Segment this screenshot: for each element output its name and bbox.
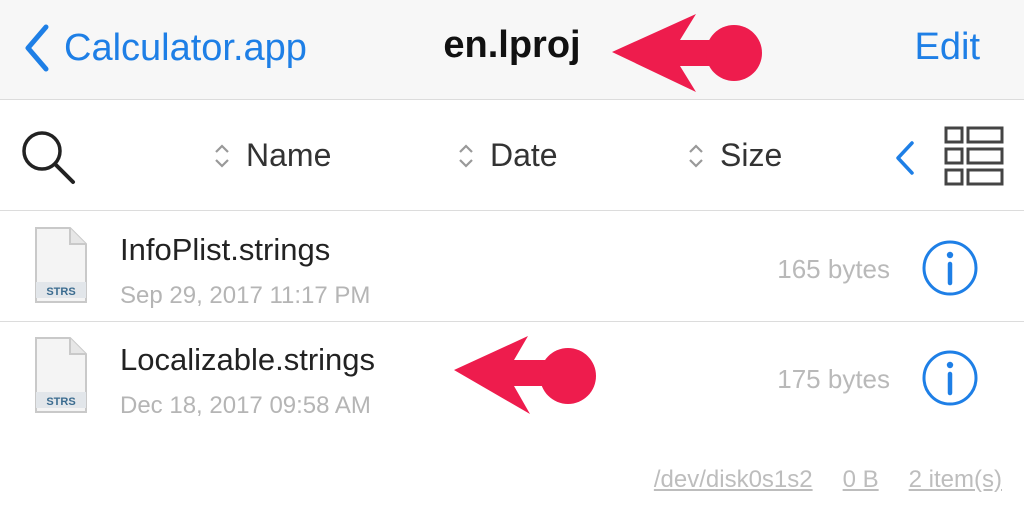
- page-title: en.lproj: [0, 24, 1024, 67]
- sort-arrows-icon: [215, 143, 229, 168]
- sort-by-date-button[interactable]: Date: [456, 137, 558, 174]
- page-title-text: en.lproj: [443, 24, 581, 66]
- status-footer: /dev/disk0s1s2 0 B 2 item(s): [654, 466, 1002, 494]
- sort-size-label: Size: [720, 137, 783, 173]
- chevron-left-icon[interactable]: [893, 139, 917, 177]
- strings-file-icon: STRS: [35, 227, 87, 303]
- info-icon[interactable]: [920, 348, 980, 408]
- annotation-arrow-icon: [454, 336, 596, 414]
- navigation-bar: Calculator.app en.lproj Edit: [0, 0, 1024, 100]
- sort-name-label: Name: [246, 137, 332, 173]
- sort-toolbar: Name Date Size: [0, 101, 1024, 211]
- item-count-link[interactable]: 2 item(s): [909, 466, 1002, 494]
- file-date: Sep 29, 2017 11:17 PM: [120, 282, 371, 309]
- sort-arrows-icon: [689, 143, 703, 168]
- file-name: InfoPlist.strings: [120, 232, 331, 267]
- disk-path-link[interactable]: /dev/disk0s1s2: [654, 466, 813, 494]
- sort-date-label: Date: [490, 137, 558, 173]
- edit-button[interactable]: Edit: [915, 26, 980, 69]
- sort-by-name-button[interactable]: Name: [212, 137, 331, 174]
- strings-file-icon: STRS: [35, 337, 87, 413]
- file-name: Localizable.strings: [120, 342, 376, 377]
- file-browser-screen: Calculator.app en.lproj Edit Name Date S…: [0, 0, 1024, 519]
- file-row[interactable]: STRS InfoPlist.strings Sep 29, 2017 11:1…: [0, 212, 1024, 322]
- sort-by-size-button[interactable]: Size: [686, 137, 782, 174]
- file-type-badge: STRS: [46, 396, 75, 408]
- list-view-icon[interactable]: [944, 125, 1004, 187]
- file-date: Dec 18, 2017 09:58 AM: [120, 392, 371, 419]
- info-icon[interactable]: [920, 238, 980, 298]
- free-space-link[interactable]: 0 B: [843, 466, 879, 494]
- annotation-arrow-icon: [612, 14, 762, 92]
- file-type-badge: STRS: [46, 286, 75, 298]
- file-size: 165 bytes: [777, 254, 890, 284]
- sort-arrows-icon: [459, 143, 473, 168]
- search-icon[interactable]: [18, 127, 78, 187]
- file-size: 175 bytes: [777, 364, 890, 394]
